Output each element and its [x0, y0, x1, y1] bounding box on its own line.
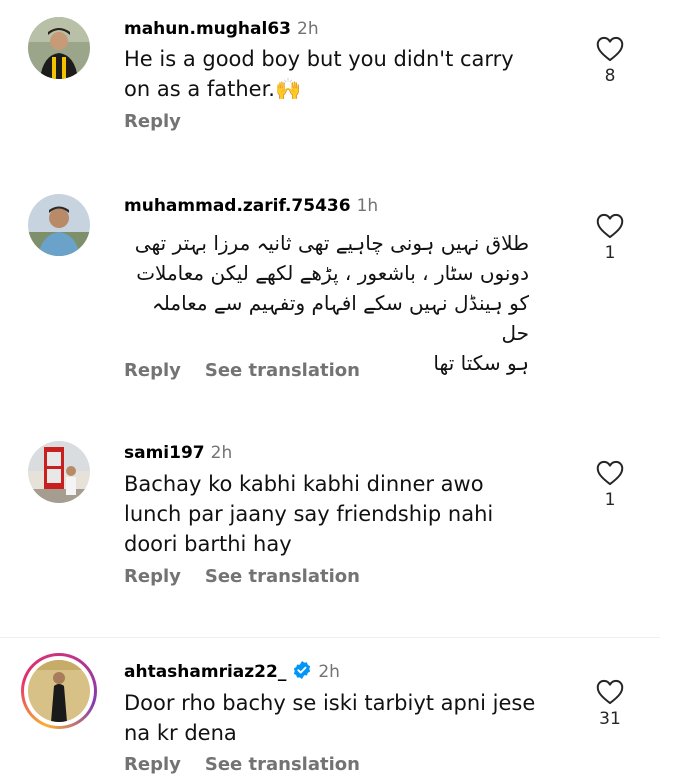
- avatar[interactable]: [28, 441, 90, 503]
- comment-text: Bachay ko kabhi kabhi dinner awo lunch p…: [124, 472, 494, 556]
- comment-actions: Reply: [124, 111, 205, 133]
- verified-badge-icon: [292, 660, 312, 685]
- like-control: 8: [592, 36, 628, 86]
- heart-outline-icon[interactable]: [592, 679, 628, 705]
- comment-text: Door rho bachy se iski tarbiyt apni jese…: [124, 691, 536, 745]
- username[interactable]: mahun.mughal63: [124, 19, 291, 39]
- username[interactable]: sami197: [124, 443, 205, 463]
- see-translation-button[interactable]: See translation: [205, 566, 360, 587]
- username[interactable]: muhammad.zarif.75436: [124, 196, 351, 216]
- heart-outline-icon[interactable]: [592, 460, 628, 486]
- like-control: 1: [592, 213, 628, 263]
- timestamp: 2h: [210, 443, 233, 463]
- like-control: 31: [592, 679, 628, 729]
- like-count: 8: [604, 66, 616, 86]
- see-translation-button[interactable]: See translation: [205, 360, 360, 381]
- see-translation-button[interactable]: See translation: [205, 754, 360, 775]
- comment-text: طلاق نہیں ہونی چاہیے تھی ثانیہ مرزا بہتر…: [124, 228, 529, 378]
- reply-button[interactable]: Reply: [124, 111, 181, 132]
- comment-text-line: کو ہینڈل نہیں سکے افہام وتفہیم سے معاملہ…: [152, 291, 529, 345]
- comment-header: sami197 2h: [124, 443, 232, 463]
- timestamp: 1h: [356, 196, 379, 216]
- comment-header: mahun.mughal63 2h: [124, 19, 319, 39]
- comment-actions: Reply See translation: [124, 754, 360, 776]
- comment-text-line: دونوں سٹار ، باشعور ، پڑھے لکھے لیکن معا…: [136, 261, 529, 285]
- username[interactable]: ahtashamriaz22_: [124, 662, 286, 682]
- like-count: 1: [604, 243, 616, 263]
- reply-button[interactable]: Reply: [124, 360, 181, 381]
- comment-header: ahtashamriaz22_ 2h: [124, 660, 340, 685]
- avatar[interactable]: [28, 17, 90, 79]
- avatar[interactable]: [28, 194, 90, 256]
- like-control: 1: [592, 460, 628, 510]
- comment-actions: Reply See translation: [124, 566, 360, 588]
- reply-button[interactable]: Reply: [124, 754, 181, 775]
- timestamp: 2h: [318, 662, 340, 682]
- story-ring[interactable]: [21, 653, 97, 729]
- heart-outline-icon[interactable]: [592, 213, 628, 239]
- like-count: 31: [599, 709, 621, 729]
- like-count: 1: [604, 490, 616, 510]
- divider: [0, 637, 660, 638]
- comment-text-line: طلاق نہیں ہونی چاہیے تھی ثانیہ مرزا بہتر…: [134, 231, 529, 255]
- avatar[interactable]: [28, 660, 90, 722]
- comment-actions: Reply See translation: [124, 360, 360, 382]
- comment-text: He is a good boy but you didn't carry on…: [124, 47, 514, 101]
- timestamp: 2h: [297, 19, 319, 39]
- heart-outline-icon[interactable]: [592, 36, 628, 62]
- reply-button[interactable]: Reply: [124, 566, 181, 587]
- comment-header: muhammad.zarif.75436 1h: [124, 196, 378, 216]
